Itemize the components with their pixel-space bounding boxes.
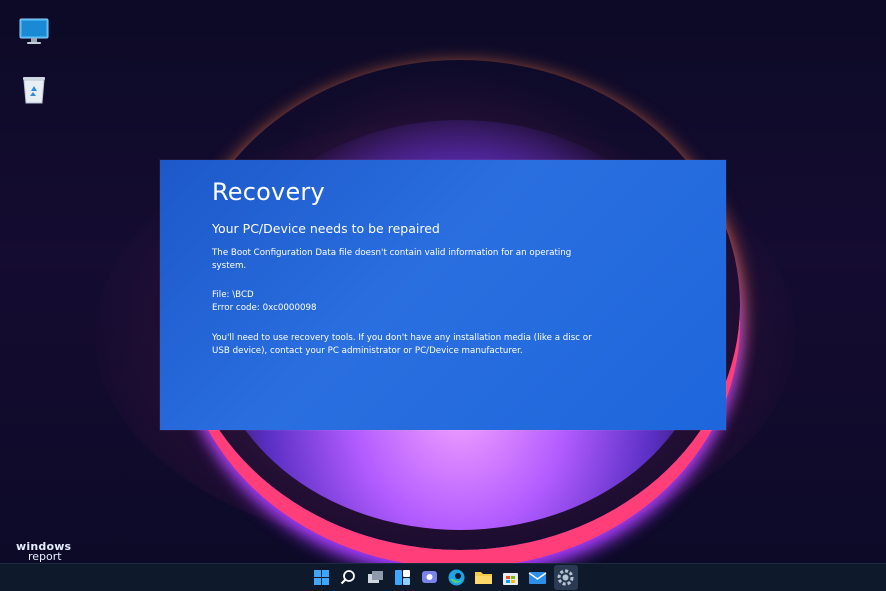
edge-icon[interactable] (446, 567, 467, 588)
recovery-instructions: You'll need to use recovery tools. If yo… (212, 332, 592, 358)
description-line-1: The Boot Configuration Data file doesn't… (212, 248, 572, 258)
instructions-line-1: You'll need to use recovery tools. If yo… (212, 333, 592, 343)
instructions-line-2: USB device), contact your PC administrat… (212, 346, 523, 356)
widgets-icon[interactable] (392, 567, 413, 588)
windows-report-logo: windows report (16, 541, 71, 563)
file-explorer-icon[interactable] (473, 567, 494, 588)
this-pc-icon[interactable] (19, 18, 49, 46)
recovery-subtitle: Your PC/Device needs to be repaired (212, 221, 440, 236)
recovery-description: The Boot Configuration Data file doesn't… (212, 247, 592, 273)
file-line: File: \BCD (212, 290, 254, 300)
teams-chat-icon[interactable] (419, 567, 440, 588)
task-view-icon[interactable] (365, 567, 386, 588)
recovery-screen: Recovery Your PC/Device needs to be repa… (160, 160, 726, 430)
recovery-title: Recovery (212, 178, 325, 206)
logo-line-2: report (28, 550, 62, 563)
taskbar (0, 563, 886, 591)
desktop: Recovery Your PC/Device needs to be repa… (0, 0, 886, 563)
description-line-2: system. (212, 261, 247, 271)
mail-icon[interactable] (527, 567, 548, 588)
settings-icon[interactable] (555, 567, 576, 588)
recovery-error-details: File: \BCD Error code: 0xc0000098 (212, 289, 592, 315)
search-icon[interactable] (338, 567, 359, 588)
recycle-bin-icon[interactable] (22, 74, 46, 104)
store-icon[interactable] (500, 567, 521, 588)
error-code-line: Error code: 0xc0000098 (212, 303, 317, 313)
start-icon[interactable] (311, 567, 332, 588)
